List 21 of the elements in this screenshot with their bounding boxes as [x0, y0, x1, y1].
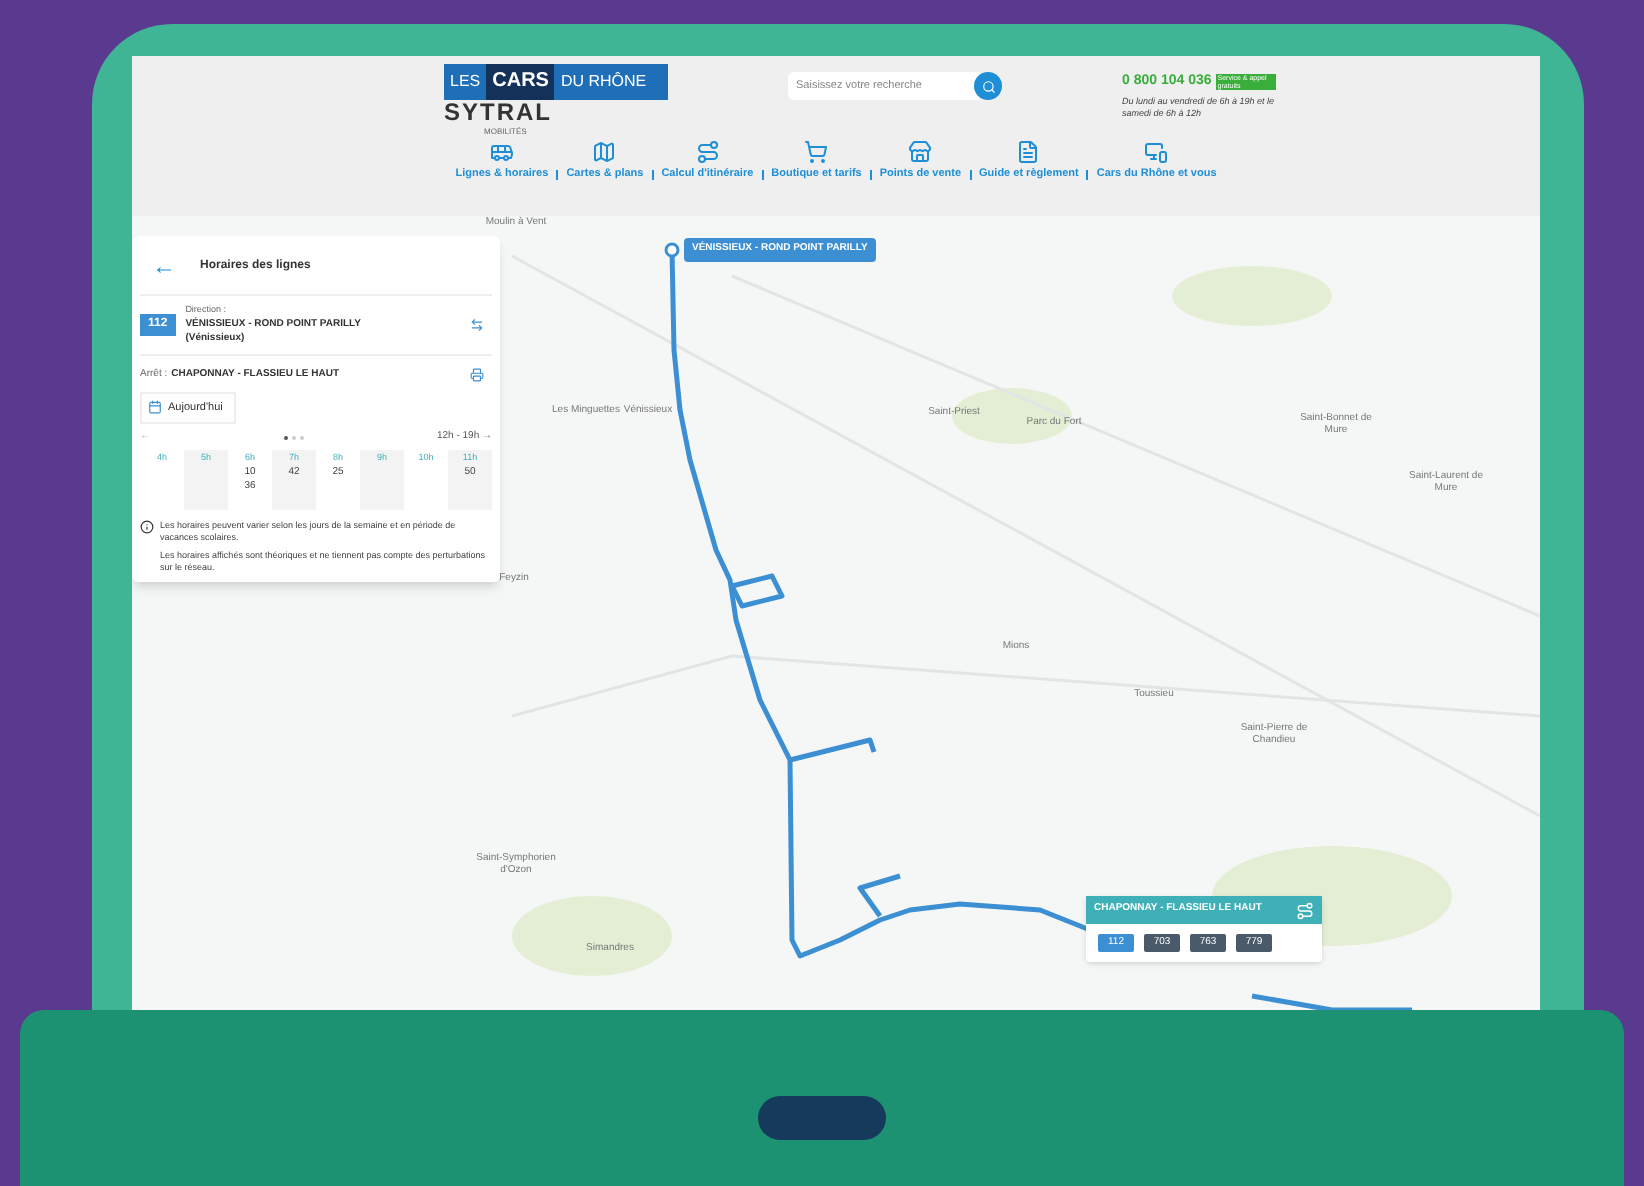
route-icon — [1296, 901, 1314, 919]
document-icon — [1016, 140, 1041, 164]
cart-icon — [804, 140, 829, 164]
logo-text: CARS — [486, 64, 555, 100]
home-button[interactable] — [758, 1096, 886, 1140]
map-icon — [592, 140, 617, 164]
bus-icon — [489, 140, 514, 164]
search-icon — [981, 79, 995, 93]
store-icon — [908, 140, 933, 164]
sytral-logo: SYTRAL — [444, 100, 554, 126]
logo-text: DU RHÔNE — [560, 70, 647, 94]
monitor-icon — [1144, 140, 1169, 164]
print-icon[interactable] — [470, 367, 484, 382]
info-icon — [140, 520, 154, 535]
route-icon — [695, 140, 720, 164]
swap-icon[interactable] — [470, 318, 484, 333]
calendar-icon — [148, 400, 162, 415]
start-stop-marker[interactable] — [664, 242, 680, 258]
logo[interactable]: LES CARS DU RHÔNE — [444, 64, 668, 100]
logo-text: LES — [450, 70, 481, 94]
back-button[interactable]: ← — [140, 248, 188, 284]
